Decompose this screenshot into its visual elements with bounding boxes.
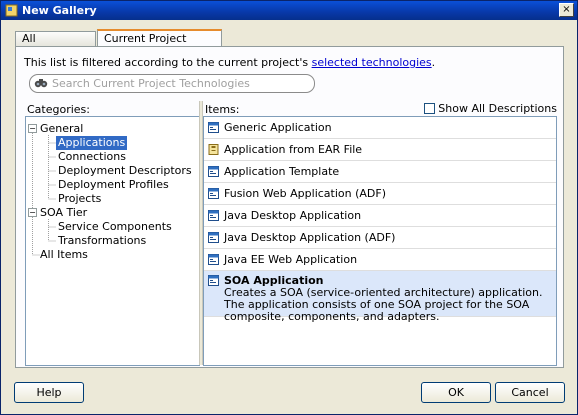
list-item-fusion-web-application[interactable]: Fusion Web Application (ADF) [204,183,556,205]
categories-header: Categories: [26,101,200,117]
show-all-checkbox[interactable] [424,103,436,114]
item-label: Application from EAR File [224,143,363,156]
application-icon [208,166,219,177]
show-all-descriptions[interactable]: Show All Descriptions [424,101,557,117]
tab-panel: This list is filtered according to the c… [15,46,564,368]
ear-file-icon [208,144,219,155]
application-icon [208,122,219,133]
categories-label: Categories: [27,103,90,116]
item-label: Fusion Web Application (ADF) [224,187,387,200]
title-bar[interactable]: New Gallery × [1,1,577,20]
tab-all-technologies[interactable]: All Technologies [15,31,96,59]
list-item-application-template[interactable]: Application Template [204,161,556,183]
list-item-generic-application[interactable]: Generic Application [204,117,556,139]
tree-item-service-components[interactable]: Service Components [58,220,172,234]
item-label: Java EE Web Application [224,253,358,266]
categories-tree[interactable]: − General Applications Connections Deplo… [25,116,200,366]
items-label: Items: [205,103,240,116]
show-all-label: Show All Descriptions [438,102,557,115]
search-placeholder: Search Current Project Technologies [52,77,250,90]
item-label: Generic Application [224,121,332,134]
close-button[interactable]: × [559,3,574,17]
list-item-soa-application[interactable]: SOA Application Creates a SOA (service-o… [204,271,556,323]
application-icon [208,188,219,199]
item-label: Java Desktop Application [224,209,362,222]
selected-technologies-link[interactable]: selected technologies [312,56,432,69]
gallery-icon [5,4,18,17]
filter-prefix: This list is filtered according to the c… [24,56,312,69]
tab-current-project-technologies[interactable]: Current Project Technologies [97,29,222,60]
list-item-java-ee-web-application[interactable]: Java EE Web Application [204,249,556,271]
binoculars-icon [34,79,48,88]
tree-item-deployment-descriptors[interactable]: Deployment Descriptors [58,164,192,178]
tree-item-transformations[interactable]: Transformations [58,234,146,248]
item-label: Java Desktop Application (ADF) [224,231,396,244]
application-icon [208,275,219,286]
tree-item-connections[interactable]: Connections [58,150,126,164]
list-item-application-from-ear-file[interactable]: Application from EAR File [204,139,556,161]
application-icon [208,254,219,265]
filter-suffix: . [431,56,436,69]
tree-item-soa-tier[interactable]: SOA Tier [40,206,87,220]
items-header: Items: Show All Descriptions [204,101,557,117]
soa-tier-collapse-toggle[interactable]: − [28,208,37,217]
list-item-java-desktop-application-adf[interactable]: Java Desktop Application (ADF) [204,227,556,249]
ok-button[interactable]: OK [421,382,491,403]
tree-item-deployment-profiles[interactable]: Deployment Profiles [58,178,169,192]
search-input[interactable]: Search Current Project Technologies [29,74,315,93]
help-button[interactable]: Help [14,382,84,403]
item-description: Creates a SOA (service-oriented architec… [224,286,543,323]
tree-item-applications[interactable]: Applications [56,136,128,150]
tree-item-projects[interactable]: Projects [58,192,101,206]
new-gallery-dialog: New Gallery × All Technologies Current P… [0,0,578,415]
cancel-button[interactable]: Cancel [495,382,565,403]
general-collapse-toggle[interactable]: − [28,124,37,133]
item-label: Application Template [224,165,340,178]
window-title: New Gallery [22,4,97,17]
tree-item-all-items[interactable]: All Items [40,248,88,262]
filter-message: This list is filtered according to the c… [24,56,435,69]
list-item-java-desktop-application[interactable]: Java Desktop Application [204,205,556,227]
application-icon [208,210,219,221]
items-list[interactable]: Generic Application Application from EAR… [203,116,557,366]
tree-item-general[interactable]: General [40,122,83,136]
application-icon [208,232,219,243]
